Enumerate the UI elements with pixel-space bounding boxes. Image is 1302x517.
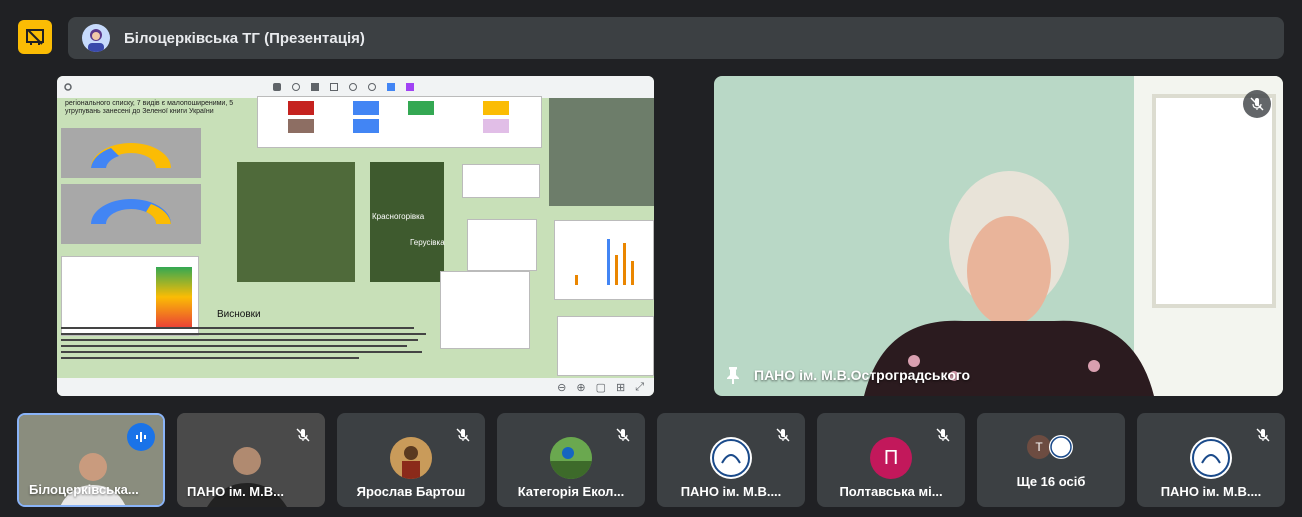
muted-mic-icon: [771, 423, 795, 447]
muted-mic-icon: [1251, 423, 1275, 447]
participant-avatar: П: [870, 437, 912, 479]
zoom-in-icon[interactable]: ⊕: [576, 381, 585, 394]
presentation-title-bar[interactable]: Білоцерківська ТГ (Презентація): [68, 17, 1284, 59]
presentation-title: Білоцерківська ТГ (Презентація): [124, 29, 365, 47]
participant-name: ПАНО ім. М.В....: [1160, 484, 1262, 499]
more-participants-label: Ще 16 осіб: [1016, 474, 1086, 489]
satellite-map-2: Красногорівка Герусівка: [370, 162, 445, 282]
speaker-label: ПАНО ім. М.В.Остроградського: [726, 366, 970, 384]
participant-name: ПАНО ім. М.В...: [187, 484, 284, 499]
participant-tile-5[interactable]: ПАНО ім. М.В....: [657, 413, 805, 507]
participant-avatar: [550, 437, 592, 479]
pin-icon[interactable]: [726, 366, 740, 384]
avatar-letter: П: [883, 446, 899, 469]
pano-logo-icon: [1190, 437, 1232, 479]
chart-panel-2: [61, 184, 201, 244]
main-speaker-video[interactable]: ПАНО ім. М.В.Остроградського: [714, 76, 1283, 396]
participant-name: ПАНО ім. М.В....: [680, 484, 782, 499]
slide-heading: Висновки: [217, 309, 261, 320]
slide-intro-text: регіонального списку, 7 видів є малопоши…: [65, 100, 234, 115]
presentation-slide[interactable]: регіонального списку, 7 видів є малопоши…: [57, 76, 654, 396]
muted-mic-icon: [1243, 90, 1271, 118]
chart-panel-1: [61, 128, 201, 178]
participant-tile-3[interactable]: Ярослав Бартош: [337, 413, 485, 507]
muted-mic-icon: [451, 423, 475, 447]
legend-panel: [257, 96, 542, 148]
slide-tools[interactable]: [273, 83, 414, 91]
expand-icon[interactable]: ⤢: [635, 381, 644, 394]
muted-mic-icon: [931, 423, 955, 447]
muted-mic-icon: [611, 423, 635, 447]
speaker-video-frame: [864, 76, 1283, 396]
gear-icon[interactable]: [63, 82, 73, 92]
pano-logo-icon: [1049, 435, 1073, 459]
participant-name: Полтавська мі...: [839, 484, 943, 499]
data-table-3: [440, 271, 530, 349]
participant-tile-4[interactable]: Категорія Екол...: [497, 413, 645, 507]
more-participants-tile[interactable]: Т Ще 16 осіб: [977, 413, 1125, 507]
speaker-name: ПАНО ім. М.В.Остроградського: [754, 367, 971, 383]
bar-chart-box: [554, 220, 654, 300]
map-label-1: Красногорівка: [372, 212, 425, 221]
data-table-2: [467, 219, 537, 271]
grid-icon[interactable]: ⊞: [616, 381, 625, 394]
participant-tile-2[interactable]: ПАНО ім. М.В...: [177, 413, 325, 507]
participant-tile-8[interactable]: ПАНО ім. М.В....: [1137, 413, 1285, 507]
map-label-2: Герусівка: [410, 238, 445, 247]
data-table-4: [557, 316, 654, 376]
present-mode-icon[interactable]: [18, 20, 52, 54]
participant-tile-1[interactable]: Білоцерківська...: [17, 413, 165, 507]
participant-name: Білоцерківська...: [29, 482, 139, 497]
fit-icon[interactable]: ▢: [596, 381, 606, 394]
participant-avatar: [390, 437, 432, 479]
slide-zoom-controls[interactable]: ⊖ ⊕ ▢ ⊞ ⤢: [57, 378, 654, 396]
participant-tile-6[interactable]: П Полтавська мі...: [817, 413, 965, 507]
presenter-avatar: [82, 24, 110, 52]
conclusions-text-block: [61, 323, 433, 378]
participant-avatar: Т: [1027, 435, 1051, 459]
slide-toolbar[interactable]: [57, 76, 654, 98]
diagram-box: [462, 164, 540, 198]
speaking-indicator-icon: [127, 423, 155, 451]
muted-mic-icon: [291, 423, 315, 447]
participant-name: Категорія Екол...: [517, 484, 625, 499]
participant-name: Ярослав Бартош: [356, 484, 466, 499]
satellite-map-3: [549, 98, 654, 206]
avatar-letter: Т: [1035, 440, 1043, 454]
pano-logo-icon: [710, 437, 752, 479]
satellite-map-1: [237, 162, 355, 282]
zoom-out-icon[interactable]: ⊖: [557, 381, 566, 394]
